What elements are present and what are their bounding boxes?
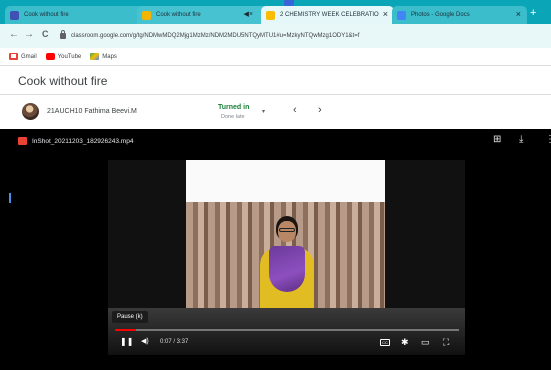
previous-student-icon[interactable]: ‹: [293, 104, 297, 116]
close-icon[interactable]: ×: [383, 9, 388, 19]
close-icon[interactable]: ×: [516, 9, 521, 19]
tab-title: Photos - Google Docs: [411, 12, 470, 18]
submission-status-sub: Done late: [221, 114, 245, 120]
status-dropdown-icon[interactable]: ▾: [262, 108, 265, 115]
assignment-title: Cook without fire: [18, 74, 108, 88]
reload-icon[interactable]: C: [42, 29, 49, 39]
tab-title: Cook without fire: [156, 12, 201, 18]
viewer-side-marker: [9, 193, 11, 203]
pause-icon[interactable]: ❚❚: [120, 337, 133, 346]
presenter-glasses: [279, 228, 295, 232]
file-name: InShot_20211203_182926243.mp4: [32, 138, 134, 145]
tab-title: Cook without fire: [24, 12, 69, 18]
tab-chemistry-week[interactable]: 2 CHEMISTRY WEEK CELEBRATIO ×: [261, 6, 394, 24]
progress-track[interactable]: [115, 329, 459, 331]
presenter-scarf: [269, 246, 305, 292]
student-avatar: [22, 103, 39, 120]
player-controls-gradient: [108, 308, 465, 355]
maps-icon: [90, 53, 100, 60]
address-bar[interactable]: classroom.google.com/g/tg/NDMwMDQ2Mjg1Mz…: [60, 28, 548, 44]
presenter: [258, 216, 316, 308]
submission-status: Turned in: [218, 104, 250, 111]
bookmark-gmail[interactable]: Gmail: [9, 53, 37, 60]
pause-tooltip: Pause (k): [112, 311, 148, 323]
add-comment-icon[interactable]: ⊞: [493, 134, 501, 145]
browser-toolbar: ← → C classroom.google.com/g/tg/NDMwMDQ2…: [0, 24, 551, 48]
student-name[interactable]: 21AUCH10 Fathima Beevi.M: [47, 108, 137, 115]
bookmarks-bar: Gmail YouTube Maps: [0, 48, 551, 66]
header-divider: [0, 94, 551, 95]
lock-icon: [60, 30, 66, 39]
forward-arrow-icon[interactable]: →: [24, 29, 34, 40]
settings-gear-icon[interactable]: ✱: [401, 337, 409, 348]
classroom-favicon-icon: [142, 10, 151, 20]
progress-fill: [115, 329, 136, 331]
more-options-icon[interactable]: ⋮: [545, 134, 551, 145]
bookmark-youtube[interactable]: YouTube: [45, 53, 82, 60]
playback-time: 0:07 / 3:37: [160, 339, 189, 345]
bookmark-maps[interactable]: Maps: [90, 53, 117, 60]
bookmark-label: Gmail: [21, 53, 37, 60]
tab-cook-without-fire-2[interactable]: Cook without fire ◀× ×: [137, 6, 272, 24]
download-icon[interactable]: ⤓: [519, 134, 523, 145]
gmail-icon: [9, 53, 18, 60]
next-student-icon[interactable]: ›: [318, 104, 322, 116]
bookmark-label: Maps: [102, 53, 117, 60]
audio-muted-icon[interactable]: ◀×: [244, 10, 253, 18]
docs-favicon-icon: [397, 10, 406, 20]
url-text: classroom.google.com/g/tg/NDMwMDQ2Mjg1Mz…: [71, 33, 360, 39]
tab-photos-google-docs[interactable]: Photos - Google Docs ×: [392, 6, 527, 24]
miniplayer-icon[interactable]: ▭: [421, 337, 430, 348]
video-content[interactable]: [186, 160, 385, 308]
bookmark-label: YouTube: [57, 53, 82, 60]
video-file-icon: [18, 137, 27, 145]
youtube-icon: [45, 53, 55, 60]
classroom-favicon-icon: [10, 10, 19, 20]
fullscreen-icon[interactable]: ⛶: [443, 337, 449, 348]
drive-favicon-icon: [266, 10, 275, 20]
back-arrow-icon[interactable]: ←: [9, 29, 19, 40]
volume-icon[interactable]: ◀): [141, 337, 149, 345]
tab-title: 2 CHEMISTRY WEEK CELEBRATIO: [280, 12, 379, 18]
new-tab-button[interactable]: +: [530, 7, 536, 19]
captions-icon[interactable]: CC: [380, 339, 390, 346]
